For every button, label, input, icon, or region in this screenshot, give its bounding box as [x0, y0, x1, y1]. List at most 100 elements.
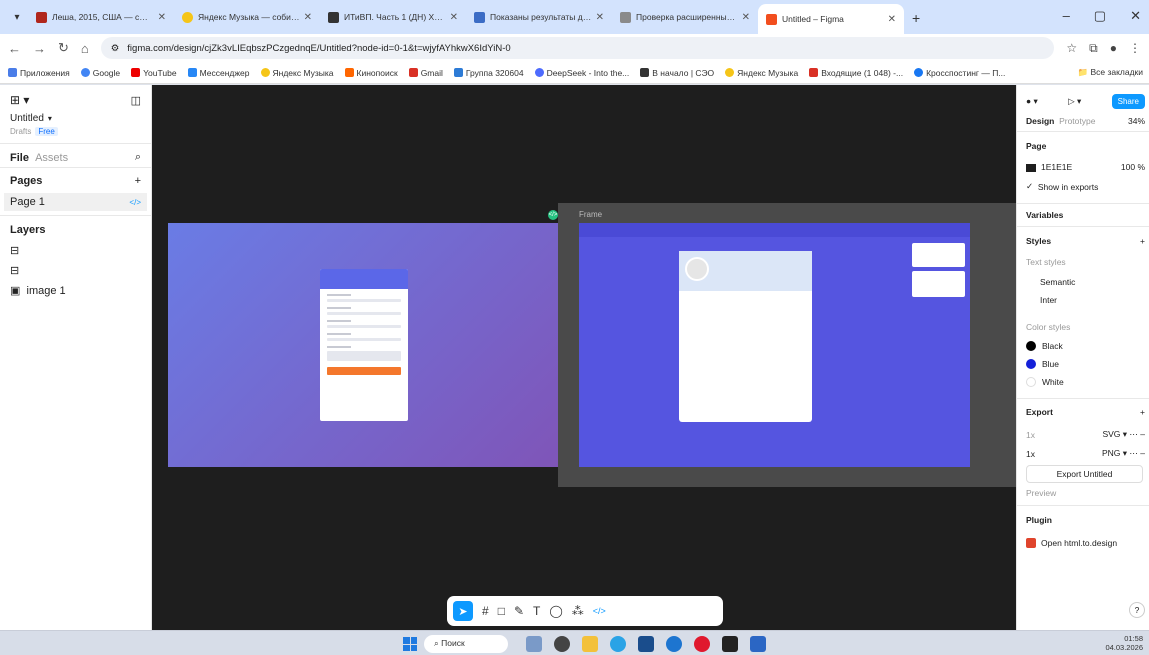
bookmark-item[interactable]: Google: [80, 68, 120, 78]
windows-start-icon[interactable]: [403, 637, 417, 651]
frame-layer-icon[interactable]: ⊟: [10, 244, 19, 257]
bookmark-star-icon[interactable]: ☆: [1066, 41, 1077, 55]
store-icon[interactable]: [638, 636, 654, 652]
clock[interactable]: 01:58 04.03.2026: [1105, 634, 1143, 652]
new-tab-button[interactable]: +: [912, 10, 920, 26]
close-tab-icon[interactable]: ✕: [450, 12, 458, 23]
app-icon[interactable]: [722, 636, 738, 652]
color-style-name[interactable]: Blue: [1042, 359, 1059, 369]
telegram-icon[interactable]: [610, 636, 626, 652]
frame-label[interactable]: Frame: [579, 210, 602, 219]
frame-tool-icon[interactable]: #: [482, 604, 489, 618]
bookmark-item[interactable]: Яндекс Музыка: [725, 68, 798, 78]
figma-menu-icon[interactable]: ⊞ ▾: [10, 93, 29, 107]
browser-tab[interactable]: Проверка расширенных результ ✕: [612, 4, 758, 30]
search-icon[interactable]: ⌕: [135, 151, 141, 164]
bg-swatch[interactable]: [1026, 163, 1036, 172]
close-tab-icon[interactable]: ✕: [304, 12, 312, 23]
signup-frame[interactable]: [168, 223, 558, 467]
export-format[interactable]: SVG ▾ ⋯ –: [1102, 429, 1145, 440]
export-scale[interactable]: 1x: [1026, 430, 1035, 440]
zoom-level[interactable]: 34%: [1128, 116, 1145, 126]
bookmark-item[interactable]: Кинопоиск: [344, 68, 398, 78]
close-tab-icon[interactable]: ✕: [158, 12, 166, 23]
help-button[interactable]: ?: [1129, 602, 1145, 618]
html-to-design-icon[interactable]: </>: [548, 210, 558, 220]
color-style-name[interactable]: White: [1042, 377, 1064, 387]
browser-tab[interactable]: ИТиВП. Часть 1 (ДН) Хаджинов ✕: [320, 4, 466, 30]
profile-avatar-icon[interactable]: ●: [1110, 41, 1117, 55]
export-button[interactable]: Export Untitled: [1026, 465, 1143, 483]
tab-assets[interactable]: Assets: [35, 152, 68, 164]
browser-tab[interactable]: Яндекс Музыка — собирай ✕: [174, 4, 320, 30]
bookmark-item[interactable]: Входящие (1 048) -...: [809, 68, 903, 78]
bg-hex[interactable]: 1E1E1E: [1041, 162, 1072, 172]
browser-tab-active[interactable]: Untitled – Figma ✕: [758, 4, 904, 34]
text-style-item[interactable]: Inter: [1040, 295, 1057, 305]
plugin-name[interactable]: Open html.to.design: [1041, 538, 1117, 548]
preview-toggle[interactable]: Preview: [1026, 488, 1056, 498]
tab-search-icon[interactable]: ▾: [6, 4, 28, 30]
pen-tool-icon[interactable]: ✎: [514, 604, 524, 618]
bookmark-item[interactable]: YouTube: [131, 68, 177, 78]
page-item[interactable]: Page 1: [10, 196, 45, 208]
minimize-icon[interactable]: –: [1063, 8, 1070, 24]
export-format[interactable]: PNG ▾ ⋯ –: [1102, 448, 1145, 459]
home-icon[interactable]: ⌂: [81, 41, 89, 56]
close-window-icon[interactable]: ✕: [1130, 8, 1141, 24]
tab-prototype[interactable]: Prototype: [1059, 116, 1095, 126]
file-name[interactable]: Untitled: [10, 113, 44, 124]
figma-canvas[interactable]: </> Frame ➤ # □ ✎ T ◯ ⁂ </>: [152, 85, 1016, 630]
move-tool-icon[interactable]: ➤: [453, 601, 473, 621]
explorer-icon[interactable]: [582, 636, 598, 652]
opera-icon[interactable]: [694, 636, 710, 652]
reload-icon[interactable]: ↻: [58, 40, 69, 56]
tab-file[interactable]: File: [10, 152, 29, 164]
code-icon[interactable]: </>: [129, 198, 141, 207]
url-input[interactable]: ⚙ figma.com/design/cjZk3vLIEqbszPCzgednq…: [100, 37, 1055, 59]
browser-menu-icon[interactable]: ⋮: [1129, 41, 1141, 55]
chevron-down-icon[interactable]: ▾: [48, 114, 52, 123]
bookmark-item[interactable]: Gmail: [408, 68, 443, 78]
bookmark-item[interactable]: Приложения: [8, 68, 70, 78]
bookmark-item[interactable]: Яндекс Музыка: [260, 68, 334, 78]
app-icon[interactable]: [750, 636, 766, 652]
chrome-icon[interactable]: [554, 636, 570, 652]
tab-design[interactable]: Design: [1026, 116, 1054, 126]
image-layer-icon[interactable]: ▣: [10, 284, 20, 297]
widgets-icon[interactable]: [526, 636, 542, 652]
add-style-icon[interactable]: +: [1140, 236, 1145, 246]
close-tab-icon[interactable]: ✕: [596, 12, 604, 23]
rectangle-tool-icon[interactable]: □: [498, 604, 505, 618]
taskbar-search[interactable]: ⌕ Поиск: [424, 635, 508, 653]
add-export-icon[interactable]: +: [1140, 407, 1145, 417]
checkbox-icon[interactable]: ✓: [1026, 181, 1033, 192]
export-scale[interactable]: 1x: [1026, 449, 1035, 459]
bookmark-item[interactable]: Кросспостинг — П...: [914, 68, 1005, 78]
add-page-icon[interactable]: +: [135, 175, 141, 187]
bookmark-item[interactable]: Группа 320604: [453, 68, 524, 78]
comment-tool-icon[interactable]: ◯: [549, 604, 562, 618]
dev-mode-icon[interactable]: </>: [593, 606, 606, 616]
profile-frame[interactable]: [579, 223, 970, 467]
share-button[interactable]: Share: [1111, 94, 1145, 109]
browser-tab[interactable]: Леша, 2015, США — смотреть ✕: [28, 4, 174, 30]
drafts-label[interactable]: Drafts: [10, 127, 31, 136]
variables-title[interactable]: Variables: [1026, 210, 1063, 220]
close-tab-icon[interactable]: ✕: [742, 12, 750, 23]
forward-icon[interactable]: →: [33, 41, 46, 56]
browser-tab[interactable]: Показаны результаты для inch ✕: [466, 4, 612, 30]
bg-opacity[interactable]: 100: [1121, 162, 1135, 172]
edge-icon[interactable]: [666, 636, 682, 652]
bookmark-item[interactable]: Мессенджер: [187, 68, 250, 78]
toggle-ui-icon[interactable]: ◫: [131, 94, 141, 107]
bookmark-item[interactable]: В начало | СЭО: [640, 68, 714, 78]
text-style-item[interactable]: Semantic: [1040, 277, 1075, 287]
text-tool-icon[interactable]: T: [533, 604, 540, 618]
extensions-icon[interactable]: ⧉: [1089, 41, 1098, 56]
frame-layer-icon[interactable]: ⊟: [10, 264, 19, 277]
bookmark-item[interactable]: DeepSeek - Into the...: [534, 68, 629, 78]
layer-name[interactable]: image 1: [27, 285, 66, 297]
back-icon[interactable]: ←: [8, 41, 21, 56]
maximize-icon[interactable]: ▢: [1094, 8, 1106, 24]
